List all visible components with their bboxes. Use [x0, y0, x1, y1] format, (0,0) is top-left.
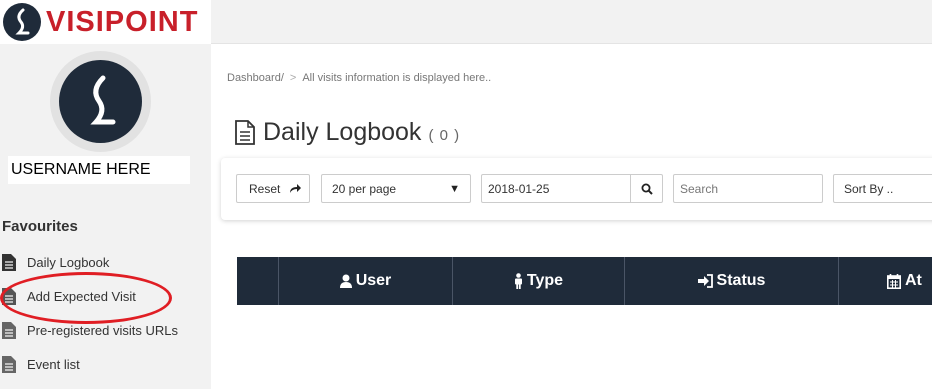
- search-icon: [641, 183, 653, 195]
- document-icon: [2, 287, 16, 305]
- per-page-value: 20 per page: [332, 181, 397, 196]
- sidebar-item-daily-logbook[interactable]: Daily Logbook: [0, 250, 109, 274]
- per-page-select[interactable]: 20 per page ▼: [321, 174, 471, 203]
- avatar[interactable]: [50, 51, 151, 152]
- sidebar: VISIPOINT USERNAME HERE Favourites Daily…: [0, 0, 211, 389]
- page-title: Daily Logbook ( 0 ): [235, 118, 460, 147]
- breadcrumb-dashboard-link[interactable]: Dashboard/: [227, 72, 284, 84]
- breadcrumb-separator: >: [289, 72, 297, 84]
- breadcrumb: Dashboard/ > All visits information is dis…: [227, 72, 491, 84]
- sidebar-item-event-list[interactable]: Event list: [0, 352, 80, 376]
- calendar-icon: [887, 273, 901, 289]
- avatar-image: [59, 60, 142, 143]
- document-icon: [2, 321, 16, 339]
- column-header-label: At: [905, 272, 922, 289]
- column-header-type[interactable]: Type: [453, 257, 625, 305]
- column-header-label: User: [355, 272, 392, 289]
- filter-toolbar: Reset 20 per page ▼ Sort By ..: [221, 158, 932, 220]
- sidebar-item-label: Add Expected Visit: [27, 288, 136, 304]
- sort-by-select[interactable]: Sort By ..: [833, 174, 932, 203]
- breadcrumb-description: All visits information is displayed here…: [302, 72, 492, 84]
- date-search-button[interactable]: [630, 174, 663, 203]
- sign-in-icon: [697, 274, 713, 288]
- reset-button[interactable]: Reset: [236, 174, 310, 203]
- main-content: Dashboard/ > All visits information is dis…: [211, 44, 932, 389]
- sidebar-item-pre-registered-urls[interactable]: Pre-registered visits URLs: [0, 318, 178, 342]
- column-header-select: [237, 257, 279, 305]
- share-arrow-icon: [290, 184, 302, 193]
- username-label: USERNAME HERE: [8, 156, 190, 184]
- sidebar-item-label: Daily Logbook: [27, 254, 110, 270]
- logo-bar: VISIPOINT: [0, 0, 211, 44]
- brand-logo-text[interactable]: VISIPOINT: [46, 5, 198, 39]
- document-icon: [2, 355, 16, 373]
- sidebar-item-label: Event list: [27, 356, 80, 372]
- search-input[interactable]: [673, 174, 823, 203]
- sort-by-label: Sort By ..: [844, 181, 894, 196]
- column-header-status[interactable]: Status: [625, 257, 839, 305]
- page-title-text: Daily Logbook: [263, 118, 422, 146]
- user-icon: [339, 274, 352, 288]
- top-bar: [211, 0, 932, 44]
- column-header-label: Type: [526, 272, 564, 289]
- table-header: User Type Status At: [237, 257, 932, 305]
- column-header-label: Status: [716, 272, 766, 289]
- sidebar-item-add-expected-visit[interactable]: Add Expected Visit: [0, 284, 136, 308]
- document-icon: [2, 253, 16, 271]
- document-icon: [235, 120, 255, 145]
- person-icon: [514, 273, 523, 289]
- date-input[interactable]: [481, 174, 631, 203]
- visit-count: ( 0 ): [428, 127, 461, 144]
- sidebar-item-label: Pre-registered visits URLs: [27, 322, 178, 338]
- logo-icon: [3, 3, 41, 41]
- column-header-user[interactable]: User: [279, 257, 453, 305]
- favourites-heading: Favourites: [2, 218, 78, 235]
- caret-down-icon: ▼: [449, 183, 460, 195]
- reset-button-label: Reset: [249, 181, 281, 196]
- column-header-at[interactable]: At: [839, 257, 932, 305]
